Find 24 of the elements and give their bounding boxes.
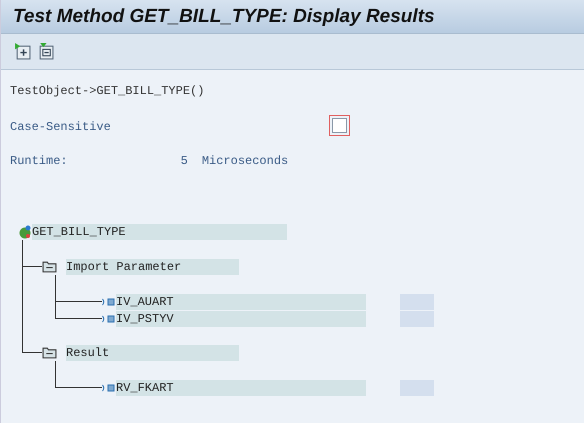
collapse-all-icon[interactable]	[37, 43, 54, 60]
case-sensitive-checkbox[interactable]	[332, 118, 347, 133]
parameter-icon	[102, 314, 116, 324]
tree-node[interactable]: Result	[66, 344, 239, 360]
method-call: TestObject->GET_BILL_TYPE()	[10, 82, 206, 99]
parameter-icon	[102, 296, 116, 306]
folder-icon[interactable]	[42, 346, 57, 359]
expand-all-icon[interactable]	[14, 43, 31, 60]
value-field[interactable]	[400, 310, 434, 326]
tree-node[interactable]: IV_PSTYV	[116, 310, 366, 326]
tree-node[interactable]: RV_FKART	[116, 380, 366, 396]
folder-icon[interactable]	[42, 260, 57, 273]
runtime-value: 5	[180, 154, 188, 168]
tree-node[interactable]: GET_BILL_TYPE	[32, 224, 287, 240]
runtime-unit: Microseconds	[202, 154, 288, 168]
runtime-label: Runtime:	[10, 154, 68, 168]
tree-node[interactable]: Import Parameter	[66, 258, 239, 274]
tree-node[interactable]: IV_AUART	[116, 294, 366, 310]
case-sensitive-label: Case-Sensitive	[10, 120, 111, 134]
window-title: Test Method GET_BILL_TYPE: Display Results	[13, 6, 435, 28]
parameter-icon	[102, 382, 116, 392]
value-field[interactable]	[400, 380, 434, 396]
value-field[interactable]	[400, 294, 434, 310]
method-icon	[18, 224, 32, 238]
